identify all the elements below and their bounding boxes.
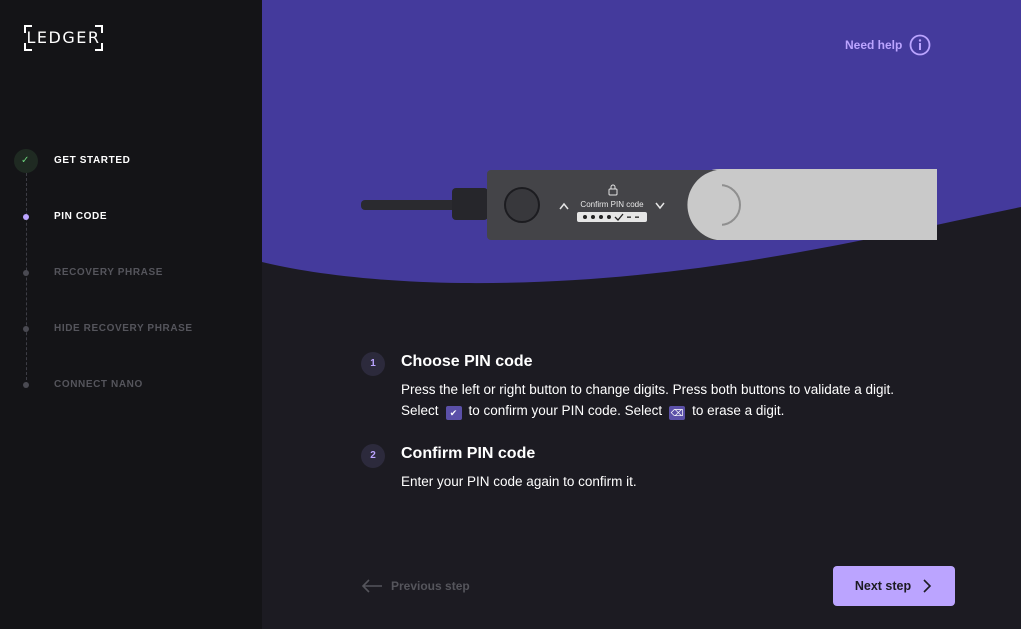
instruction-title: Confirm PIN code [401,445,536,462]
pin-empty-slot [627,216,631,218]
device-swivel-cover [684,169,937,240]
step-pin-code: PIN CODE [0,205,262,229]
device-left-button [504,187,540,223]
step-active-marker [23,214,29,220]
sidebar: LEDGER ✓ GET STARTED PIN CODE RECOVERY P… [0,0,262,629]
step-pending-marker [23,382,29,388]
instruction-title: Choose PIN code [401,353,533,370]
logo-text: LEDGER [26,28,101,47]
previous-step-label: Previous step [391,579,470,593]
step-pending-marker [23,270,29,276]
erase-digit-icon: ⌫ [669,406,686,420]
confirm-check-icon: ✔ [445,406,462,420]
step-label: RECOVERY PHRASE [54,267,164,278]
step-hide-recovery-phrase: HIDE RECOVERY PHRASE [0,317,262,341]
check-icon: ✓ [21,155,30,166]
step-pending-marker [23,326,29,332]
step-label: GET STARTED [54,155,131,166]
next-step-button[interactable]: Next step [833,566,955,606]
step-connect-nano: CONNECT NANO [0,373,262,397]
instruction-text-part: to erase a digit. [692,403,785,418]
instruction-text: Press the left or right button to change… [401,382,895,397]
step-number-badge: 2 [361,444,385,468]
need-help-label: Need help [845,38,903,52]
main-content: Confirm PIN code Need help 1 Choose PIN … [262,0,1021,629]
instruction-step-2: 2 Confirm PIN code Enter your PIN code a… [361,444,961,494]
info-icon [909,34,931,56]
chevron-right-icon [923,579,932,593]
next-step-label: Next step [854,579,912,593]
step-label: PIN CODE [54,211,108,222]
need-help-link[interactable]: Need help [845,33,931,57]
instruction-text-line2: Select ✔ to confirm your PIN code. Select ⌫… [401,400,784,421]
step-label: CONNECT NANO [54,379,143,390]
instruction-text: Enter your PIN code again to confirm it. [401,474,637,489]
usb-connector [452,188,488,220]
instruction-text-part: to confirm your PIN code. Select [468,403,663,418]
step-number-badge: 1 [361,352,385,376]
usb-cable [361,200,456,210]
instruction-step-1: 1 Choose PIN code Press the left or righ… [361,352,961,422]
previous-step-button[interactable]: Previous step [361,576,470,596]
arrow-left-icon [361,579,382,593]
step-label: HIDE RECOVERY PHRASE [54,323,193,334]
ledger-logo: LEDGER [24,25,103,51]
instruction-text-part: Select [401,403,439,418]
device-screen-text: Confirm PIN code [580,200,644,209]
step-recovery-phrase: RECOVERY PHRASE [0,261,262,285]
step-get-started: ✓ GET STARTED [0,149,262,173]
pin-empty-slot [635,216,639,218]
